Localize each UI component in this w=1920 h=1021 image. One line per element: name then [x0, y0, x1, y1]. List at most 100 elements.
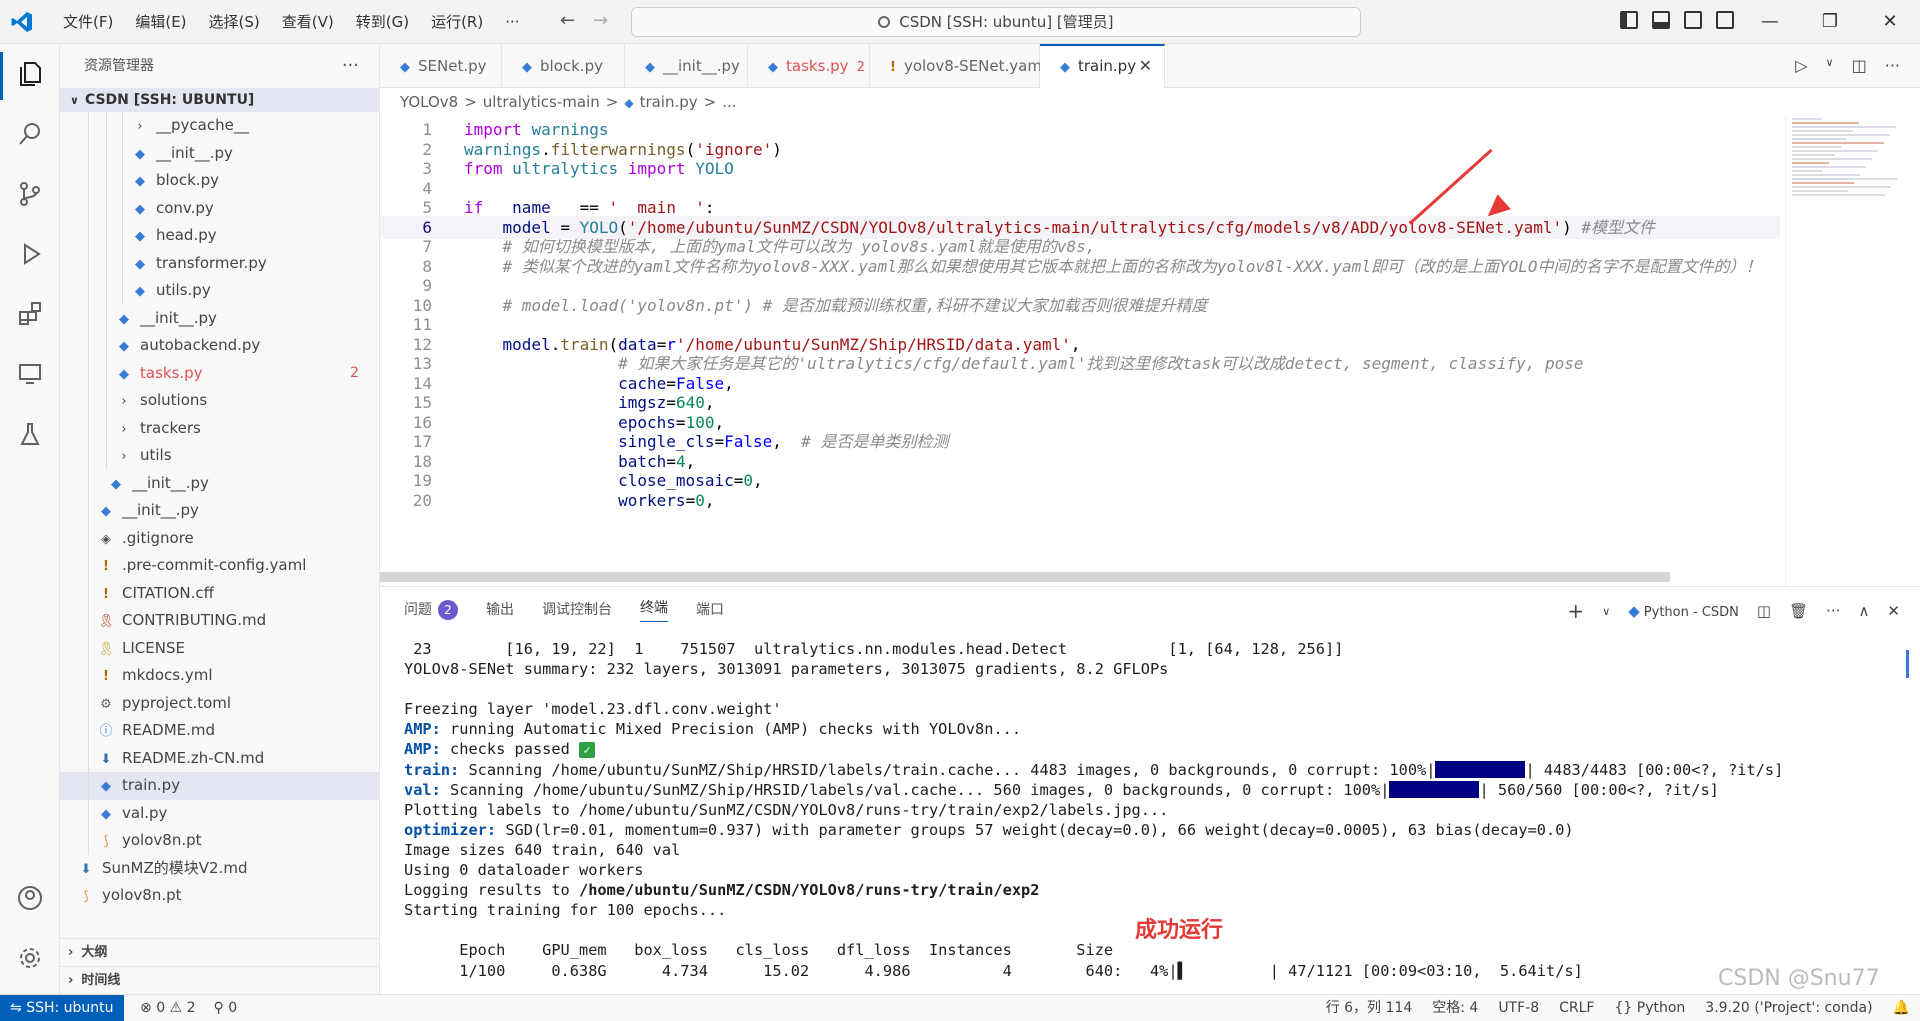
editor-tab[interactable]: ◆ train.py ✕: [1040, 44, 1165, 88]
new-terminal-icon[interactable]: +: [1567, 599, 1584, 623]
cursor-position[interactable]: 行 6，列 114: [1326, 995, 1413, 1021]
tree-item[interactable]: › trackers: [60, 414, 379, 442]
indentation[interactable]: 空格: 4: [1432, 995, 1478, 1021]
search-icon[interactable]: [14, 120, 46, 152]
close-window-icon[interactable]: ✕: [1860, 0, 1920, 44]
menu-item[interactable]: 运行(R): [420, 0, 494, 44]
extensions-icon[interactable]: [14, 300, 46, 332]
workspace-root[interactable]: ∨ CSDN [SSH: UBUNTU]: [60, 88, 379, 112]
tree-item[interactable]: ◆ val.py: [60, 799, 379, 827]
toggle-sidebar-icon[interactable]: [1620, 11, 1638, 29]
run-dropdown-icon[interactable]: ∨: [1826, 56, 1834, 75]
source-control-icon[interactable]: [14, 180, 46, 212]
tree-item[interactable]: 🎗 CONTRIBUTING.md: [60, 607, 379, 635]
tree-item[interactable]: › __pycache__: [60, 112, 379, 140]
editor-tab[interactable]: ◆ block.py: [502, 44, 625, 88]
tree-item[interactable]: ◆ utils.py: [60, 277, 379, 305]
tree-item[interactable]: ! mkdocs.yml: [60, 662, 379, 690]
tree-item[interactable]: ! .pre-commit-config.yaml: [60, 552, 379, 580]
ports-status[interactable]: ⚲ 0: [214, 995, 238, 1021]
code-editor[interactable]: 1 import warnings 2 warnings.filterwarnings…: [380, 116, 1920, 586]
breadcrumb-item[interactable]: train.py: [640, 93, 698, 111]
testing-icon[interactable]: [14, 420, 46, 452]
split-terminal-icon[interactable]: ◫: [1757, 602, 1771, 620]
tree-item[interactable]: › utils: [60, 442, 379, 470]
menu-item[interactable]: 转到(G): [345, 0, 420, 44]
menu-item[interactable]: 查看(V): [271, 0, 345, 44]
python-interpreter[interactable]: 3.9.20 ('Project': conda): [1705, 995, 1872, 1021]
tab-ports[interactable]: 端口: [696, 599, 724, 619]
tree-item[interactable]: ◆ tasks.py 2: [60, 359, 379, 387]
explorer-icon[interactable]: [0, 52, 46, 100]
more-actions-icon[interactable]: ···: [1826, 602, 1840, 620]
tree-item[interactable]: ⟆ yolov8n.pt: [60, 827, 379, 855]
breadcrumb-item[interactable]: YOLOv8: [400, 93, 458, 111]
menu-item[interactable]: 文件(F): [52, 0, 124, 44]
tree-item[interactable]: ⟆ yolov8n.pt: [60, 882, 379, 910]
tree-item[interactable]: ◆ conv.py: [60, 194, 379, 222]
back-arrow-icon[interactable]: ←: [560, 10, 575, 31]
menu-item[interactable]: 编辑(E): [124, 0, 197, 44]
tab-problems[interactable]: 问题 2: [404, 599, 458, 620]
tree-item[interactable]: ! CITATION.cff: [60, 579, 379, 607]
command-center[interactable]: CSDN [SSH: ubuntu] [管理员]: [631, 7, 1361, 37]
run-debug-icon[interactable]: [14, 240, 46, 272]
tree-item[interactable]: ◆ __init__.py: [60, 304, 379, 332]
tree-item[interactable]: ⬇ README.zh-CN.md: [60, 744, 379, 772]
tree-item[interactable]: ◆ block.py: [60, 167, 379, 195]
tree-item[interactable]: ◆ train.py: [60, 772, 379, 800]
accounts-icon[interactable]: [14, 884, 46, 916]
run-python-file-icon[interactable]: ▷: [1795, 56, 1807, 75]
tree-item[interactable]: ◆ autobackend.py: [60, 332, 379, 360]
tree-item[interactable]: ◆ __init__.py: [60, 139, 379, 167]
more-actions-icon[interactable]: ···: [342, 44, 359, 88]
minimap[interactable]: [1785, 116, 1905, 586]
editor-tab[interactable]: ◆ tasks.py 2: [748, 44, 870, 88]
tree-item[interactable]: ⓘ README.md: [60, 717, 379, 745]
menu-item[interactable]: 选择(S): [198, 0, 271, 44]
breadcrumb-item[interactable]: ...: [722, 93, 736, 111]
maximize-panel-icon[interactable]: ∧: [1858, 602, 1869, 620]
terminal-profile[interactable]: ◆ Python - CSDN: [1628, 602, 1739, 620]
timeline-section[interactable]: › 时间线: [60, 966, 380, 994]
end-of-line[interactable]: CRLF: [1559, 995, 1594, 1021]
minimize-icon[interactable]: —: [1740, 0, 1800, 44]
customize-layout-icon[interactable]: [1716, 11, 1734, 29]
more-actions-icon[interactable]: ···: [1885, 56, 1900, 75]
menu-item[interactable]: ···: [494, 0, 530, 44]
editor-tab[interactable]: ◆ SENet.py: [380, 44, 502, 88]
tree-item[interactable]: ◈ .gitignore: [60, 524, 379, 552]
tree-item[interactable]: ◆ __init__.py: [60, 497, 379, 525]
forward-arrow-icon[interactable]: →: [593, 10, 608, 31]
kill-terminal-icon[interactable]: 🗑: [1789, 602, 1808, 620]
tab-output[interactable]: 输出: [486, 599, 514, 619]
breadcrumb-item[interactable]: ultralytics-main: [483, 93, 600, 111]
tree-item[interactable]: 🎗 LICENSE: [60, 634, 379, 662]
notifications-icon[interactable]: 🔔: [1893, 995, 1910, 1021]
tree-item[interactable]: ⬇ SunMZ的模块V2.md: [60, 855, 379, 883]
remote-indicator[interactable]: ⇋ SSH: ubuntu: [0, 995, 124, 1021]
split-editor-icon[interactable]: ◫: [1852, 56, 1867, 75]
outline-section[interactable]: › 大纲: [60, 938, 380, 966]
editor-tab[interactable]: ◆ __init__.py: [625, 44, 748, 88]
terminal-dropdown-icon[interactable]: ∨: [1602, 605, 1610, 618]
tree-item[interactable]: ◆ head.py: [60, 222, 379, 250]
language-mode[interactable]: {} Python: [1614, 995, 1685, 1021]
toggle-secondary-sidebar-icon[interactable]: [1684, 11, 1702, 29]
settings-gear-icon[interactable]: [14, 944, 46, 976]
tab-terminal[interactable]: 终端: [640, 597, 668, 622]
tab-debug-console[interactable]: 调试控制台: [542, 599, 612, 619]
toggle-panel-icon[interactable]: [1652, 11, 1670, 29]
close-panel-icon[interactable]: ✕: [1887, 602, 1900, 620]
tree-item[interactable]: ◆ transformer.py: [60, 249, 379, 277]
close-tab-icon[interactable]: ✕: [1139, 46, 1152, 86]
tree-item[interactable]: › solutions: [60, 387, 379, 415]
problems-status[interactable]: ⊗ 0 ⚠ 2: [140, 995, 196, 1021]
encoding[interactable]: UTF-8: [1498, 995, 1539, 1021]
remote-explorer-icon[interactable]: [14, 360, 46, 392]
tree-item[interactable]: ◆ __init__.py: [60, 469, 379, 497]
horizontal-scrollbar[interactable]: [380, 572, 1670, 582]
editor-tab[interactable]: ! yolov8-SENet.yaml: [870, 44, 1046, 88]
restore-icon[interactable]: ❐: [1800, 0, 1860, 44]
tree-item[interactable]: ⚙ pyproject.toml: [60, 689, 379, 717]
